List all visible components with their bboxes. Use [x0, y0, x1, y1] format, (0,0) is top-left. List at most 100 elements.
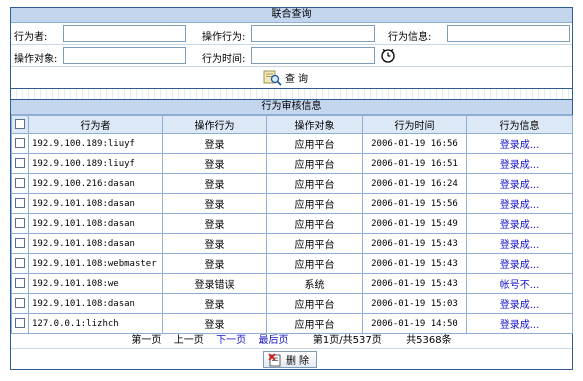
pager: 第一页 上一页 下一页 最后页 第1页/共537页 共5368条 [11, 334, 572, 349]
row-select-cell [11, 133, 29, 154]
row-select-cell [11, 233, 29, 254]
row-select-cell [11, 173, 29, 194]
search-magnifier-icon [263, 70, 282, 86]
column-header-actor[interactable]: 行为者 [28, 115, 163, 134]
column-header-action[interactable]: 操作行为 [162, 115, 267, 134]
action-cell: 登录 [162, 213, 267, 234]
time-cell: 2006-01-19 14:50 [362, 313, 467, 334]
time-cell: 2006-01-19 15:43 [362, 253, 467, 274]
total-count: 共5368条 [406, 335, 452, 346]
search-panel-title: 联合查询 [11, 8, 572, 23]
row-checkbox[interactable] [15, 258, 25, 268]
table-header-row: 行为者 操作行为 操作对象 行为时间 行为信息 [11, 115, 573, 134]
actor-input[interactable] [63, 25, 186, 42]
info-label: 行为信息: [388, 32, 432, 43]
row-select-cell [11, 153, 29, 174]
object-cell: 系统 [266, 273, 363, 294]
row-checkbox[interactable] [15, 158, 25, 168]
last-page-link[interactable]: 最后页 [259, 335, 289, 346]
row-select-cell [11, 193, 29, 214]
table-row: 192.9.100.189:liuyf 登录 应用平台 2006-01-19 1… [11, 153, 573, 174]
action-cell: 登录 [162, 293, 267, 314]
column-header-object[interactable]: 操作对象 [266, 115, 363, 134]
time-cell: 2006-01-19 15:43 [362, 273, 467, 294]
next-page-link[interactable]: 下一页 [216, 335, 246, 346]
results-table: 行为者 操作行为 操作对象 行为时间 行为信息 192.9.100.189:li… [11, 115, 573, 334]
actor-cell: 192.9.101.108:dasan [28, 233, 163, 254]
row-checkbox[interactable] [15, 218, 25, 228]
action-cell: 登录 [162, 153, 267, 174]
object-cell: 应用平台 [266, 313, 363, 334]
page-status: 第1页/共537页 [312, 335, 382, 346]
time-cell: 2006-01-19 16:51 [362, 153, 467, 174]
delete-button[interactable]: 删除 [263, 351, 317, 368]
action-cell: 登录 [162, 233, 267, 254]
info-link[interactable]: 登录成... [466, 233, 573, 254]
object-cell: 应用平台 [266, 293, 363, 314]
table-row: 192.9.101.108:we 登录错误 系统 2006-01-19 15:4… [11, 273, 573, 294]
column-header-time[interactable]: 行为时间 [362, 115, 467, 134]
info-link[interactable]: 登录成... [466, 173, 573, 194]
action-cell: 登录错误 [162, 273, 267, 294]
actor-cell: 192.9.101.108:dasan [28, 213, 163, 234]
row-select-cell [11, 313, 29, 334]
row-checkbox[interactable] [15, 238, 25, 248]
info-link[interactable]: 登录成... [466, 133, 573, 154]
divider-strip [10, 89, 573, 99]
row-select-cell [11, 253, 29, 274]
table-row: 192.9.101.108:webmaster 登录 应用平台 2006-01-… [11, 253, 573, 274]
info-link[interactable]: 登录成... [466, 313, 573, 334]
row-checkbox[interactable] [15, 138, 25, 148]
actor-cell: 127.0.0.1:lizhch [28, 313, 163, 334]
row-checkbox[interactable] [15, 198, 25, 208]
info-input[interactable] [447, 25, 570, 42]
row-checkbox[interactable] [15, 278, 25, 288]
column-header-info[interactable]: 行为信息 [466, 115, 573, 134]
object-input[interactable] [63, 47, 186, 64]
info-link[interactable]: 帐号不... [466, 273, 573, 294]
table-row: 192.9.100.216:dasan 登录 应用平台 2006-01-19 1… [11, 173, 573, 194]
info-link[interactable]: 登录成... [466, 193, 573, 214]
actor-cell: 192.9.101.108:dasan [28, 293, 163, 314]
info-link[interactable]: 登录成... [466, 213, 573, 234]
delete-icon [268, 352, 281, 366]
actor-cell: 192.9.101.108:webmaster [28, 253, 163, 274]
delete-button-label: 删除 [286, 356, 312, 367]
actor-cell: 192.9.100.189:liuyf [28, 153, 163, 174]
actor-label: 行为者: [14, 32, 48, 43]
query-button[interactable]: 查询 [263, 69, 311, 86]
actor-cell: 192.9.100.216:dasan [28, 173, 163, 194]
info-link[interactable]: 登录成... [466, 293, 573, 314]
row-checkbox[interactable] [15, 318, 25, 328]
action-input[interactable] [251, 25, 375, 42]
select-all-checkbox[interactable] [15, 119, 25, 129]
row-checkbox[interactable] [15, 178, 25, 188]
action-cell: 登录 [162, 133, 267, 154]
query-button-label: 查询 [285, 74, 311, 85]
info-link[interactable]: 登录成... [466, 153, 573, 174]
actor-cell: 192.9.100.189:liuyf [28, 133, 163, 154]
time-cell: 2006-01-19 15:49 [362, 213, 467, 234]
row-select-cell [11, 213, 29, 234]
delete-row: 删除 [11, 349, 572, 371]
time-input[interactable] [251, 47, 375, 64]
results-panel-title: 行为审核信息 [11, 100, 572, 115]
first-page-link[interactable]: 第一页 [131, 335, 161, 346]
time-label: 行为时间: [202, 54, 246, 65]
object-cell: 应用平台 [266, 213, 363, 234]
action-cell: 登录 [162, 173, 267, 194]
row-select-cell [11, 293, 29, 314]
search-panel: 联合查询 行为者: 操作行为: 行为信息: 操作对象: 行为时间: 查询 [10, 7, 573, 89]
prev-page-link[interactable]: 上一页 [174, 335, 204, 346]
object-cell: 应用平台 [266, 253, 363, 274]
search-row-2: 操作对象: 行为时间: [11, 45, 572, 67]
object-cell: 应用平台 [266, 173, 363, 194]
info-link[interactable]: 登录成... [466, 253, 573, 274]
action-cell: 登录 [162, 193, 267, 214]
time-cell: 2006-01-19 15:03 [362, 293, 467, 314]
actor-cell: 192.9.101.108:dasan [28, 193, 163, 214]
object-cell: 应用平台 [266, 153, 363, 174]
row-checkbox[interactable] [15, 298, 25, 308]
action-cell: 登录 [162, 313, 267, 334]
clock-icon[interactable] [380, 47, 396, 63]
